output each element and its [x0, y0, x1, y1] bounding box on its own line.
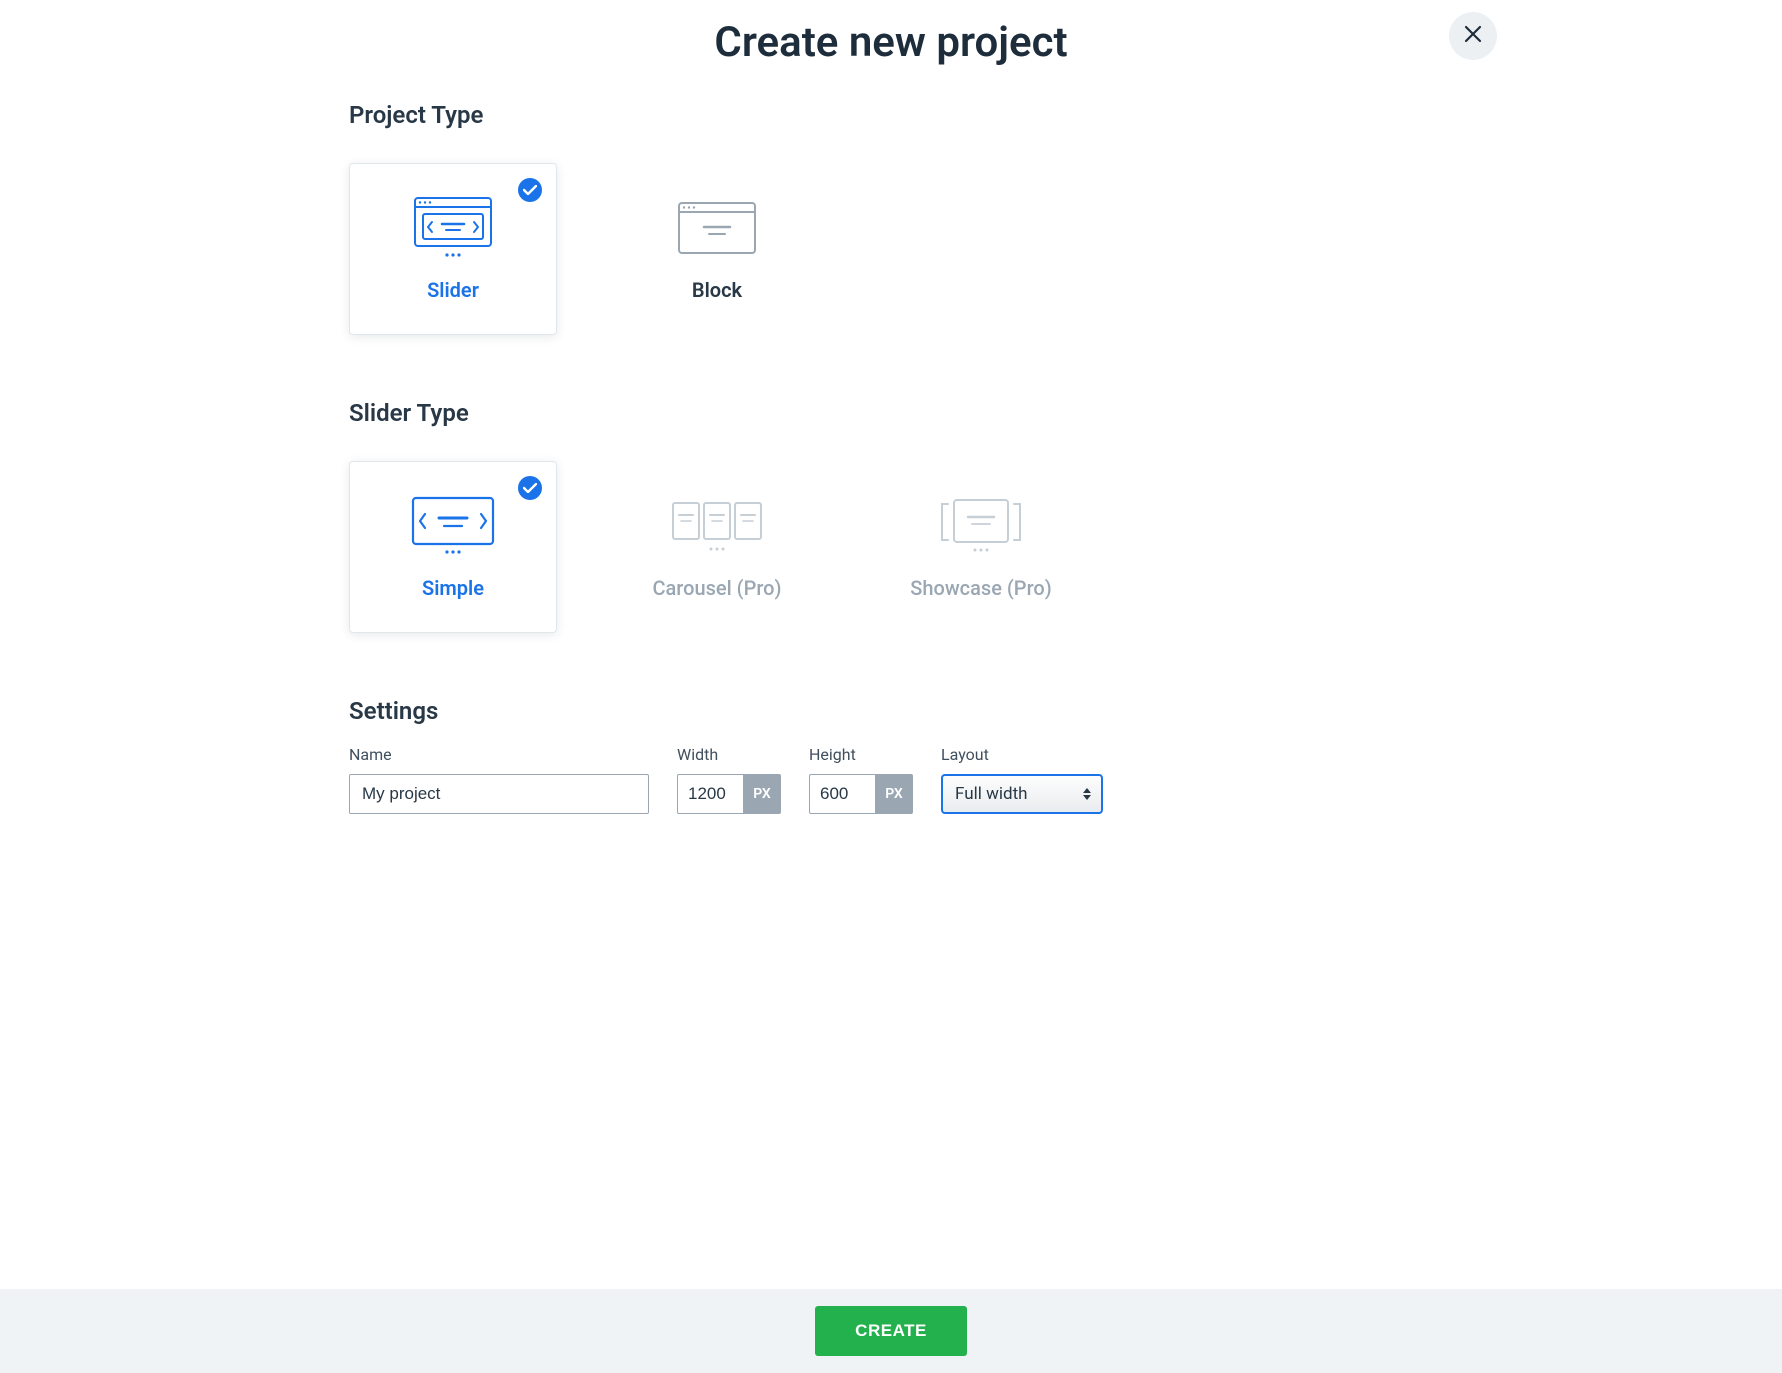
slider-type-showcase: Showcase (Pro): [877, 461, 1085, 633]
settings-heading: Settings: [349, 697, 1433, 725]
name-label: Name: [349, 745, 649, 764]
height-input[interactable]: [809, 774, 875, 814]
slider-type-showcase-label: Showcase (Pro): [910, 576, 1051, 600]
carousel-icon: [671, 494, 763, 558]
footer: CREATE: [0, 1289, 1782, 1373]
project-type-slider-label: Slider: [427, 278, 479, 302]
slider-type-simple-label: Simple: [422, 576, 484, 600]
slider-type-simple[interactable]: Simple: [349, 461, 557, 633]
slider-type-carousel-label: Carousel (Pro): [652, 576, 781, 600]
layout-select-value: Full width: [955, 784, 1028, 804]
slider-type-options: Simple: [349, 461, 1433, 633]
name-input[interactable]: [349, 774, 649, 814]
slider-type-heading: Slider Type: [349, 399, 1433, 427]
close-icon: [1464, 25, 1482, 47]
project-type-block-label: Block: [692, 278, 742, 302]
page-title: Create new project: [273, 18, 1509, 67]
project-type-slider[interactable]: Slider: [349, 163, 557, 335]
settings-row: Name Width PX Height PX Layout: [349, 745, 1433, 814]
simple-slider-icon: [411, 494, 495, 558]
block-icon: [678, 196, 756, 260]
slider-type-carousel: Carousel (Pro): [613, 461, 821, 633]
layout-select[interactable]: Full width: [941, 774, 1103, 814]
width-unit: PX: [743, 774, 781, 814]
close-button[interactable]: [1449, 12, 1497, 60]
project-type-options: Slider Block: [349, 163, 1433, 335]
project-type-block[interactable]: Block: [613, 163, 821, 335]
width-label: Width: [677, 745, 781, 764]
slider-icon: [414, 196, 492, 260]
project-type-heading: Project Type: [349, 101, 1433, 129]
check-badge: [518, 178, 542, 202]
check-badge: [518, 476, 542, 500]
width-input[interactable]: [677, 774, 743, 814]
select-arrows-icon: [1083, 788, 1091, 800]
showcase-icon: [938, 494, 1024, 558]
height-unit: PX: [875, 774, 913, 814]
height-label: Height: [809, 745, 913, 764]
create-button[interactable]: CREATE: [815, 1306, 967, 1356]
layout-label: Layout: [941, 745, 1103, 764]
